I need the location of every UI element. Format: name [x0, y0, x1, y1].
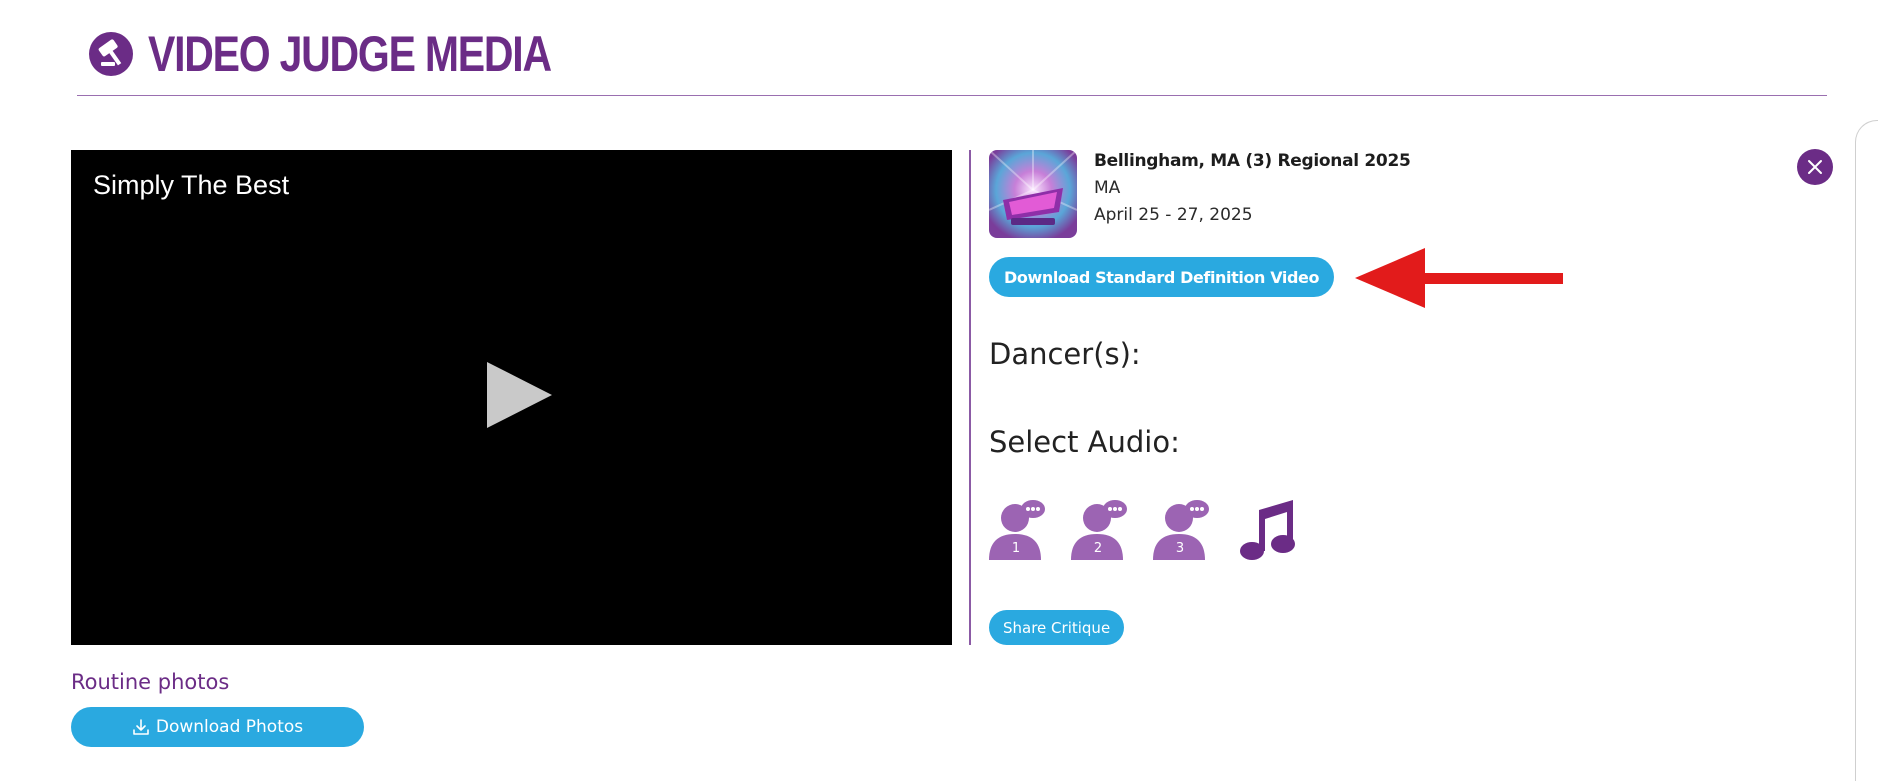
brand-logo-text[interactable]: VIDEO JUDGE MEDIA — [148, 29, 552, 79]
site-header: VIDEO JUDGE MEDIA — [88, 24, 639, 84]
judge-number: 1 — [1011, 541, 1021, 556]
event-dates: April 25 - 27, 2025 — [1094, 205, 1253, 225]
judge-number: 2 — [1093, 541, 1103, 556]
audio-option-judge-2[interactable]: 2 — [1071, 498, 1129, 562]
music-note-icon — [1240, 500, 1295, 560]
close-button[interactable] — [1797, 149, 1833, 185]
side-panel-edge — [1855, 120, 1878, 781]
annotation-arrow — [1355, 248, 1563, 308]
routine-photos-label: Routine photos — [71, 670, 230, 694]
play-icon[interactable] — [487, 362, 552, 428]
audio-option-judge-3[interactable]: 3 — [1153, 498, 1211, 562]
judge-number: 3 — [1175, 541, 1185, 556]
vertical-divider — [969, 150, 971, 645]
gavel-icon — [89, 32, 133, 76]
event-state: MA — [1094, 178, 1121, 198]
audio-option-judge-1[interactable]: 1 — [989, 498, 1047, 562]
audio-option-music[interactable] — [1237, 498, 1295, 562]
select-audio-heading: Select Audio: — [989, 425, 1180, 459]
event-name: Bellingham, MA (3) Regional 2025 — [1094, 151, 1411, 171]
video-player[interactable]: Simply The Best — [71, 150, 952, 645]
close-icon — [1808, 160, 1822, 174]
download-photos-button[interactable]: Download Photos — [71, 707, 364, 747]
share-critique-button[interactable]: Share Critique — [989, 610, 1125, 645]
event-logo — [989, 150, 1077, 238]
download-sd-video-button[interactable]: Download Standard Definition Video — [989, 257, 1335, 297]
download-icon — [133, 719, 149, 735]
header-divider — [77, 95, 1827, 96]
download-photos-label: Download Photos — [155, 717, 304, 737]
video-title: Simply The Best — [93, 170, 290, 200]
dancers-heading: Dancer(s): — [989, 337, 1141, 371]
